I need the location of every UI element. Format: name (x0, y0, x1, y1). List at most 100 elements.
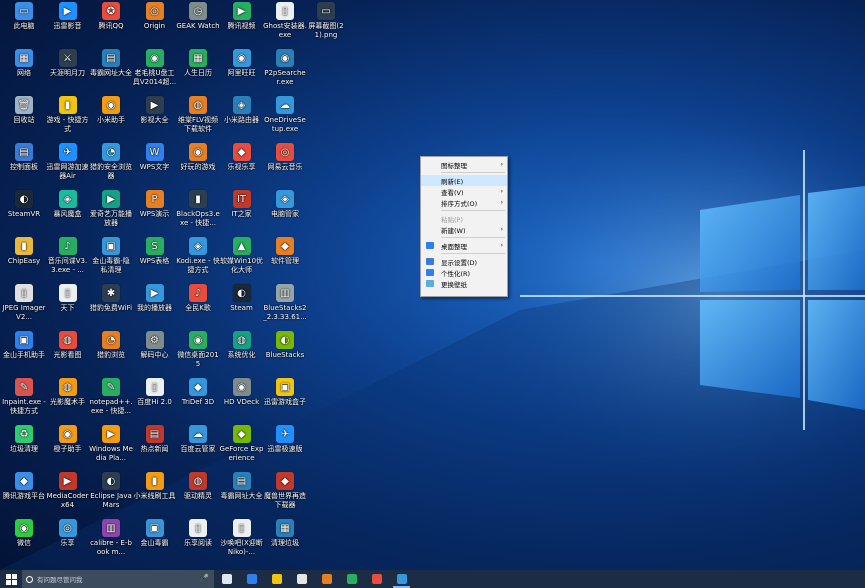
desktop-icon[interactable]: ▣ 迅雷游戏盒子 (263, 378, 307, 407)
cortana-search-box[interactable]: 有问题尽管问我 🎤 (22, 570, 214, 588)
desktop-icon[interactable]: ◍ 维棠FLV视频下载软件 (176, 96, 220, 134)
desktop-icon[interactable]: ▮ 小米线刷工具 (133, 472, 177, 501)
desktop-icon[interactable]: ⚔ 天涯明月刀 (46, 49, 90, 78)
desktop-icon[interactable]: ◉ HD VDeck (220, 378, 264, 407)
desktop-icon[interactable]: ▣ 金山手机助手 (2, 331, 46, 360)
desktop-icon[interactable]: ▯ 沙唤吧(X迎断Niko)-... (220, 519, 264, 557)
desktop-icon[interactable]: ▲ 软媒Win10优化大师 (220, 237, 264, 275)
taskbar-app-green-button[interactable] (339, 570, 364, 588)
desktop-icon[interactable]: ▮ BlackOps3.exe - 快捷... (176, 190, 220, 228)
desktop-icon[interactable]: ▣ 金山毒霸 (133, 519, 177, 548)
desktop-icon[interactable]: ▯ 天下 (46, 284, 90, 313)
desktop-icon[interactable]: ◆ 软件管理 (263, 237, 307, 266)
desktop-icon[interactable]: P WPS演示 (133, 190, 177, 219)
desktop-icon[interactable]: ◍ 光影魔术手 (46, 378, 90, 407)
desktop-icon[interactable]: ▥ BlueStacks2_2.3.33.61... (263, 284, 307, 322)
context-menu-item[interactable]: 更换壁纸 (421, 278, 507, 289)
desktop-icon[interactable]: ◍ 驱动精灵 (176, 472, 220, 501)
desktop-icon[interactable]: ◆ GeForce Experience (220, 425, 264, 463)
taskbar-file-explorer-button[interactable] (264, 570, 289, 588)
desktop-icon[interactable]: ◈ 暴风魔盒 (46, 190, 90, 219)
desktop-icon[interactable]: W WPS文字 (133, 143, 177, 172)
desktop-icon[interactable]: ◉ 阿里旺旺 (220, 49, 264, 78)
desktop-icon[interactable]: ▥ calibre - E-book m... (89, 519, 133, 557)
desktop-icon[interactable]: ▶ 腾讯视频 (220, 2, 264, 31)
desktop-icon[interactable]: ◍ 光影看图 (46, 331, 90, 360)
desktop-icon[interactable]: ▭ 此电脑 (2, 2, 46, 31)
desktop-icon[interactable]: ✈ 迅雷极速版 (263, 425, 307, 454)
desktop-icon[interactable]: ▤ 毒霸网址大全 (89, 49, 133, 78)
desktop-icon[interactable]: ▯ JPEG Imager V2... (2, 284, 46, 322)
context-menu-item[interactable]: 新建(W) › (421, 224, 507, 235)
desktop-icon[interactable]: ◉ P2pSearcher.exe (263, 49, 307, 87)
desktop-icon[interactable]: ◈ 小米路由器 (220, 96, 264, 125)
context-menu-item[interactable]: 排序方式(O) › (421, 197, 507, 208)
desktop-icon[interactable]: ▶ MediaCoder x64 (46, 472, 90, 510)
context-menu-item[interactable]: 查看(V) › (421, 186, 507, 197)
desktop-icon[interactable]: ▮ ChipEasy (2, 237, 46, 266)
desktop-icon[interactable]: ◎ Origin (133, 2, 177, 31)
desktop-icon[interactable]: S WPS表格 (133, 237, 177, 266)
start-button[interactable] (0, 570, 22, 588)
desktop-icon[interactable]: ▤ 热点新闻 (133, 425, 177, 454)
desktop-icon[interactable]: ▮ 游戏 - 快捷方式 (46, 96, 90, 134)
desktop-icon[interactable]: ◐ Steam (220, 284, 264, 313)
desktop-icon[interactable]: ◆ TriDef 3D (176, 378, 220, 407)
desktop-icon[interactable]: ◆ 乐视乐享 (220, 143, 264, 172)
desktop-icon[interactable]: ◐ Eclipse Java Mars (89, 472, 133, 510)
microphone-icon[interactable]: 🎤 (200, 574, 209, 584)
desktop-icon[interactable]: 🗑 回收站 (2, 96, 46, 125)
desktop-icon[interactable]: ◔ 猎豹浏览 (89, 331, 133, 360)
desktop-icon[interactable]: ♪ 音乐间谍V3.3.exe - ... (46, 237, 90, 275)
desktop-icon[interactable]: ▶ 爱奇艺万能播放器 (89, 190, 133, 228)
desktop-icon[interactable]: ☁ 百度云管家 (176, 425, 220, 454)
desktop-icon[interactable]: ▤ 毒霸网址大全 (220, 472, 264, 501)
taskbar-app-red-button[interactable] (364, 570, 389, 588)
desktop-icon[interactable]: ◐ BlueStacks (263, 331, 307, 360)
desktop-icon[interactable]: ☁ OneDriveSetup.exe (263, 96, 307, 134)
desktop-icon[interactable]: ◎ 乐享 (46, 519, 90, 548)
desktop-icon[interactable]: ◍ 系统优化 (220, 331, 264, 360)
context-menu-item[interactable]: 显示设置(D) (421, 256, 507, 267)
desktop-icon[interactable]: ◆ 腾讯游戏平台 (2, 472, 46, 501)
desktop-icon[interactable]: ▶ 迅雷影音 (46, 2, 90, 31)
desktop-icon[interactable]: ⚙ 解码中心 (133, 331, 177, 360)
desktop-icon[interactable]: ◐ SteamVR (2, 190, 46, 219)
taskbar-app-orange-button[interactable] (314, 570, 339, 588)
context-menu-item[interactable]: 图标整理 › (421, 159, 507, 170)
desktop-icon[interactable]: ▶ 我的播放器 (133, 284, 177, 313)
desktop-icon[interactable]: ▯ Ghost安装器.exe (263, 2, 307, 40)
desktop-icon[interactable]: ✈ 迅雷网游加速器Air (46, 143, 90, 181)
desktop-icon[interactable]: ◉ 好玩的游戏 (176, 143, 220, 172)
desktop-icon[interactable]: ✎ notepad++.exe - 快捷... (89, 378, 133, 416)
desktop-icon[interactable]: ▦ 清理垃圾 (263, 519, 307, 548)
context-menu-item[interactable]: 桌面整理 › (421, 240, 507, 251)
desktop-icon[interactable]: ◉ 老毛桃U盘工具V2014超... (133, 49, 177, 87)
desktop-icon[interactable]: ▶ 影视大全 (133, 96, 177, 125)
desktop-icon[interactable]: ◉ 橙子助手 (46, 425, 90, 454)
context-menu-item[interactable]: 刷新(E) (421, 175, 507, 186)
desktop-icon[interactable]: ▣ 金山毒霸-隐私清理 (89, 237, 133, 275)
desktop-icon[interactable]: IT IT之家 (220, 190, 264, 219)
desktop-icon[interactable]: ◷ GEAK Watch (176, 2, 220, 31)
desktop-icon[interactable]: ♻ 垃圾清理 (2, 425, 46, 454)
desktop-icon[interactable]: ▶ Windows Media Pla... (89, 425, 133, 463)
desktop-icon[interactable]: ▦ 人生日历 (176, 49, 220, 78)
desktop-icon[interactable]: ✱ 猎豹免费WiFi (89, 284, 133, 313)
taskbar-task-view-button[interactable] (214, 570, 239, 588)
desktop-icon-screenshot-file[interactable]: ▭ 屏幕截图(21).png (304, 2, 348, 40)
desktop-icon[interactable]: ✎ Inpaint.exe - 快捷方式 (2, 378, 46, 416)
desktop-icon[interactable]: ◈ 电脑管家 (263, 190, 307, 219)
desktop-icon[interactable]: ◉ 微信 (2, 519, 46, 548)
taskbar-store-button[interactable] (289, 570, 314, 588)
desktop-icon[interactable]: ▦ 网络 (2, 49, 46, 78)
context-menu-item[interactable]: 个性化(R) (421, 267, 507, 278)
desktop-icon[interactable]: ◔ 猎豹安全浏览器 (89, 143, 133, 181)
desktop-icon[interactable]: ◈ Kodi.exe - 快捷方式 (176, 237, 220, 275)
desktop-icon[interactable]: ♪ 全民K歌 (176, 284, 220, 313)
taskbar-app-blue-button[interactable] (389, 570, 414, 588)
desktop-icon[interactable]: ◉ 微信桌面2015 (176, 331, 220, 369)
desktop-icon[interactable]: ✪ 腾讯QQ (89, 2, 133, 31)
desktop-icon[interactable]: ◉ 小米助手 (89, 96, 133, 125)
desktop-icon[interactable]: ◆ 魔兽世界再造下载器 (263, 472, 307, 510)
